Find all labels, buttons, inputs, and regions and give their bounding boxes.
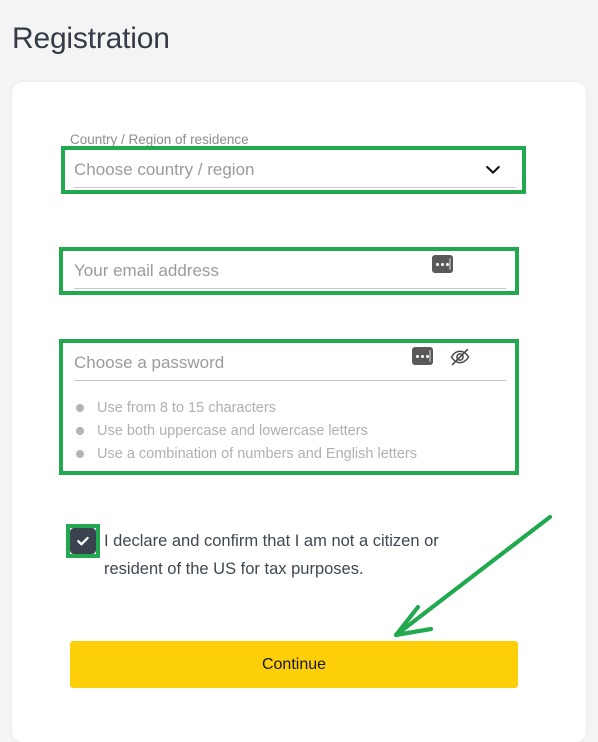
bullet-icon <box>76 426 84 435</box>
password-hints-list: Use from 8 to 15 characters Use both upp… <box>76 396 506 465</box>
annotation-box-declaration-checkbox <box>66 524 100 558</box>
continue-button[interactable]: Continue <box>70 641 518 688</box>
password-hint-item: Use both uppercase and lowercase letters <box>76 419 506 442</box>
password-hint-text: Use from 8 to 15 characters <box>97 399 276 416</box>
declaration-text: I declare and confirm that I am not a ci… <box>104 532 439 578</box>
password-hint-text: Use a combination of numbers and English… <box>97 445 417 462</box>
annotation-box-country-select <box>61 146 526 194</box>
country-field-label: Country / Region of residence <box>70 132 249 147</box>
annotation-box-email-input <box>59 247 519 295</box>
bullet-icon <box>76 403 84 412</box>
password-hint-item: Use from 8 to 15 characters <box>76 396 506 419</box>
password-hint-text: Use both uppercase and lowercase letters <box>97 422 368 439</box>
password-hint-item: Use a combination of numbers and English… <box>76 442 506 465</box>
page-title: Registration <box>12 22 170 55</box>
bullet-icon <box>76 449 84 458</box>
